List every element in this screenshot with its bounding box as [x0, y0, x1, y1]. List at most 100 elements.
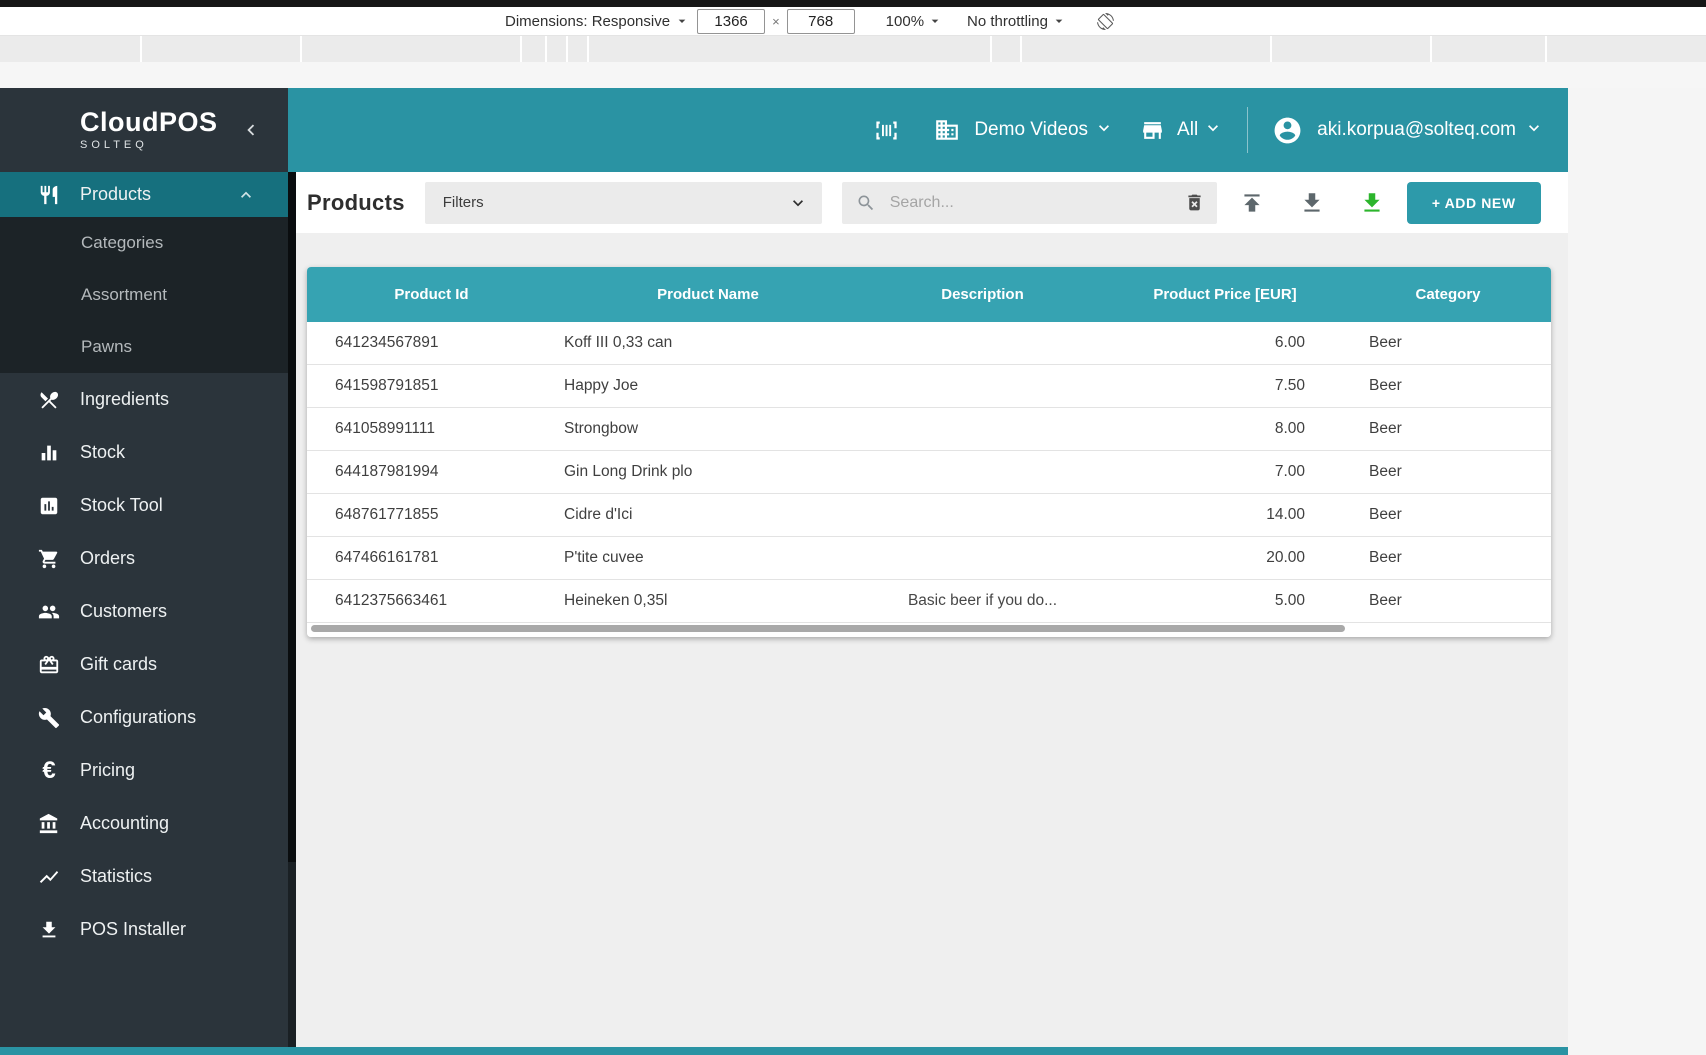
table-horizontal-scrollbar[interactable]: [307, 623, 1551, 637]
table-row[interactable]: 647466161781 P'tite cuvee 20.00 Beer: [307, 537, 1551, 580]
table-row[interactable]: 641058991111 Strongbow 8.00 Beer: [307, 408, 1551, 451]
sidebar-item-products[interactable]: Products: [0, 172, 288, 217]
sidebar-item-configurations[interactable]: Configurations: [0, 691, 288, 744]
chevron-down-icon[interactable]: [1524, 118, 1544, 143]
dimensions-selector[interactable]: Dimensions: Responsive: [505, 13, 690, 30]
submenu-item-label: Assortment: [81, 285, 167, 304]
people-icon: [38, 605, 60, 618]
dimensions-label: Dimensions: Responsive: [505, 12, 671, 30]
devtools-gap: [0, 62, 1706, 88]
throttling-selector[interactable]: No throttling: [967, 13, 1067, 30]
sidebar-item-stock-tool[interactable]: Stock Tool: [0, 479, 288, 532]
zoom-selector[interactable]: 100%: [886, 13, 943, 30]
cell-category: Beer: [1369, 506, 1402, 523]
search-icon: [858, 195, 873, 210]
sidebar-item-label: Orders: [80, 548, 136, 568]
company-selector-value[interactable]: Demo Videos: [974, 119, 1088, 141]
app-viewport: CloudPOS SOLTEQ Products Categories Asso…: [0, 88, 1568, 1055]
sidebar-scrollbar-thumb[interactable]: [288, 172, 296, 862]
page-title: Products: [307, 189, 405, 215]
viewport-height-input[interactable]: [786, 8, 855, 34]
sidebar-item-label: Pricing: [80, 760, 136, 780]
bar-chart-icon: [41, 445, 57, 460]
cell-price: 6.00: [1274, 334, 1305, 351]
sidebar-item-label: Gift cards: [80, 654, 158, 674]
sidebar-item-customers[interactable]: Customers: [0, 585, 288, 638]
sidebar-item-assortment[interactable]: Assortment: [0, 269, 288, 321]
cell-product-id: 641058991111: [335, 420, 435, 437]
table-row[interactable]: 6412375663461 Heineken 0,35l Basic beer …: [307, 580, 1551, 623]
devtools-media-query-bar: [0, 36, 1706, 62]
cell-product-id: 644187981994: [335, 463, 439, 480]
sidebar-item-pricing[interactable]: € Pricing: [0, 744, 288, 797]
cell-category: Beer: [1369, 334, 1402, 351]
sidebar-collapse-button[interactable]: [240, 119, 262, 141]
cell-product-name: Cidre d'Ici: [564, 506, 633, 523]
chevron-down-icon[interactable]: [1094, 118, 1114, 143]
cell-category: Beer: [1369, 592, 1402, 609]
cell-category: Beer: [1369, 377, 1402, 394]
sidebar-item-pawns[interactable]: Pawns: [0, 321, 288, 373]
browser-tab-strip: [0, 0, 1706, 7]
assessment-icon: [40, 497, 58, 514]
search-input[interactable]: [887, 192, 1184, 213]
sidebar-item-ingredients[interactable]: Ingredients: [0, 373, 288, 426]
export-excel-button[interactable]: [1359, 190, 1385, 216]
chevron-down-icon[interactable]: [1203, 118, 1223, 143]
cell-price: 7.00: [1274, 463, 1305, 480]
sidebar-item-pos-installer[interactable]: POS Installer: [0, 903, 288, 956]
sidebar-item-label: POS Installer: [80, 919, 187, 939]
cell-product-id: 6412375663461: [335, 592, 448, 609]
table-row[interactable]: 641234567891 Koff III 0,33 can 6.00 Beer: [307, 322, 1551, 365]
sidebar-item-orders[interactable]: Orders: [0, 532, 288, 585]
table-row[interactable]: 648761771855 Cidre d'Ici 14.00 Beer: [307, 494, 1551, 537]
barcode-scanner-button[interactable]: [873, 117, 900, 144]
cell-price: 20.00: [1266, 549, 1305, 566]
gift-card-icon: [39, 655, 59, 673]
clear-search-button[interactable]: [1184, 192, 1205, 213]
logo-subtitle: SOLTEQ: [80, 139, 148, 151]
user-email[interactable]: aki.korpua@solteq.com: [1317, 119, 1516, 141]
sidebar-item-accounting[interactable]: Accounting: [0, 797, 288, 850]
app-logo: CloudPOS SOLTEQ: [0, 88, 288, 172]
table-header-row: Product Id Product Name Description Prod…: [307, 267, 1551, 322]
cell-product-id: 648761771855: [335, 506, 439, 523]
filters-dropdown[interactable]: Filters: [424, 181, 822, 224]
export-button[interactable]: [1299, 190, 1325, 216]
download-icon: [1304, 192, 1320, 212]
header-divider: [1247, 107, 1249, 153]
zoom-value: 100%: [885, 12, 925, 30]
sidebar-item-label: Accounting: [80, 813, 170, 833]
add-new-button[interactable]: + ADD NEW: [1406, 181, 1541, 224]
sidebar-item-categories[interactable]: Categories: [0, 217, 288, 269]
table-scrollbar-thumb[interactable]: [311, 625, 1345, 632]
account-circle-icon: [1274, 117, 1301, 143]
import-button[interactable]: [1239, 190, 1265, 216]
toolbar-action-icons: [1239, 190, 1385, 216]
wrench-icon: [38, 707, 60, 728]
sidebar-item-label: Products: [80, 184, 152, 204]
user-avatar: [1272, 115, 1303, 146]
main-body: Products Filters Search... + ADD NEW Pro…: [288, 172, 1568, 1055]
sidebar-item-gift-cards[interactable]: Gift cards: [0, 638, 288, 691]
rotate-viewport-button[interactable]: [1096, 12, 1114, 30]
sidebar-item-statistics[interactable]: Statistics: [0, 850, 288, 903]
filters-label: Filters: [442, 194, 484, 211]
logo-title: CloudPOS: [80, 107, 218, 137]
building-icon: [936, 120, 959, 140]
bank-icon: [39, 813, 58, 833]
trash-clear-icon: [1188, 194, 1201, 211]
table-row[interactable]: 641598791851 Happy Joe 7.50 Beer: [307, 365, 1551, 408]
chevron-up-icon: [236, 185, 256, 205]
euro-icon: €: [42, 756, 56, 784]
sidebar-item-stock[interactable]: Stock: [0, 426, 288, 479]
table-row[interactable]: 644187981994 Gin Long Drink plo 7.00 Bee…: [307, 451, 1551, 494]
store-selector-value[interactable]: All: [1177, 119, 1198, 141]
sidebar-scrollbar[interactable]: [288, 172, 296, 1055]
cell-description: Basic beer if you do...: [907, 592, 1058, 609]
column-header-category: Category: [1415, 286, 1481, 303]
screen-rotation-icon: [1096, 12, 1114, 30]
sidebar-item-label: Customers: [80, 601, 168, 621]
viewport-width-input[interactable]: [697, 8, 766, 34]
download-green-icon: [1364, 192, 1380, 212]
